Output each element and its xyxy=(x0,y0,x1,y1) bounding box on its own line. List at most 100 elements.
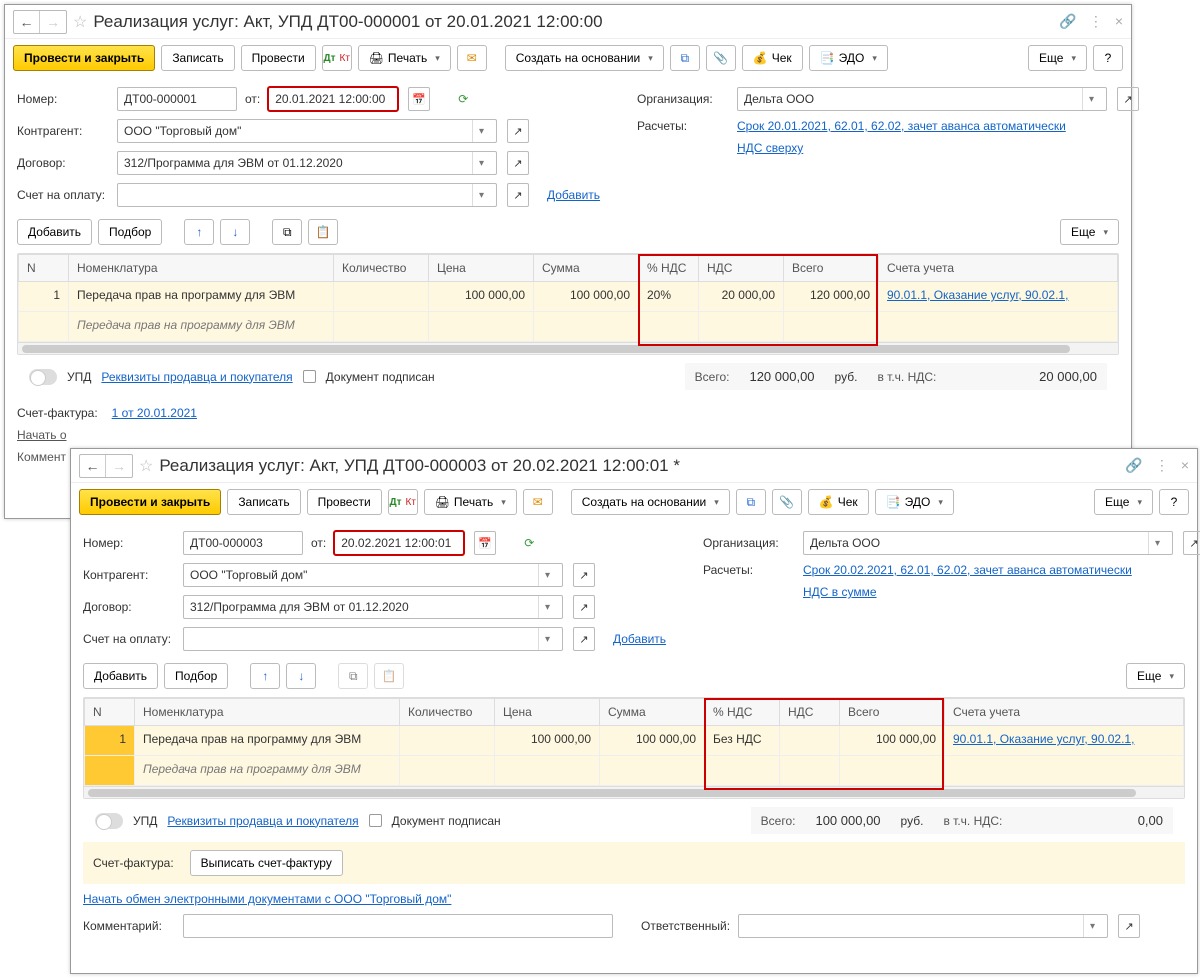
favorite-star-icon[interactable]: ☆ xyxy=(139,456,153,476)
copy-icon[interactable]: ⧉ xyxy=(338,663,368,689)
requisites-link[interactable]: Реквизиты продавца и покупателя xyxy=(101,370,292,384)
contractor-input[interactable]: ООО "Торговый дом"▾ xyxy=(117,119,497,143)
col-total[interactable]: Всего xyxy=(840,699,945,726)
dropdown-icon[interactable]: ▾ xyxy=(538,628,556,650)
paste-icon[interactable]: 📋 xyxy=(374,663,404,689)
col-price[interactable]: Цена xyxy=(495,699,600,726)
dropdown-icon[interactable]: ▾ xyxy=(1082,88,1100,110)
table-row[interactable]: 1 Передача прав на программу для ЭВМ 100… xyxy=(85,726,1184,756)
post-close-button[interactable]: Провести и закрыть xyxy=(13,45,155,71)
col-total[interactable]: Всего xyxy=(784,255,879,282)
close-icon[interactable]: × xyxy=(1181,457,1189,474)
col-vat[interactable]: НДС xyxy=(699,255,784,282)
horizontal-scrollbar[interactable] xyxy=(84,786,1184,798)
sf-link[interactable]: 1 от 20.01.2021 xyxy=(112,406,197,420)
help-icon[interactable]: ? xyxy=(1093,45,1123,71)
comment-input[interactable] xyxy=(183,914,613,938)
pick-button[interactable]: Подбор xyxy=(98,219,162,245)
print-button[interactable]: 🖨Печать xyxy=(424,489,517,515)
open-icon[interactable]: ↗ xyxy=(573,627,595,651)
edo-button[interactable]: 📑 ЭДО xyxy=(809,45,888,71)
post-close-button[interactable]: Провести и закрыть xyxy=(79,489,221,515)
link-icon[interactable]: 🔗 xyxy=(1059,13,1076,30)
add-row-button[interactable]: Добавить xyxy=(17,219,92,245)
dropdown-icon[interactable]: ▾ xyxy=(538,596,556,618)
open-icon[interactable]: ↗ xyxy=(507,151,529,175)
table-row[interactable]: 1 Передача прав на программу для ЭВМ 100… xyxy=(19,282,1118,312)
kebab-icon[interactable]: ⋮ xyxy=(1089,13,1103,30)
calc-link[interactable]: Срок 20.01.2021, 62.01, 62.02, зачет ава… xyxy=(737,119,1066,133)
col-vatp[interactable]: % НДС xyxy=(705,699,780,726)
col-qty[interactable]: Количество xyxy=(400,699,495,726)
edo-start-link[interactable]: Начать о xyxy=(17,428,67,442)
col-n[interactable]: N xyxy=(19,255,69,282)
invoice-input[interactable]: ▾ xyxy=(183,627,563,651)
open-icon[interactable]: ↗ xyxy=(573,595,595,619)
attach-icon[interactable]: 📎 xyxy=(706,45,736,71)
dropdown-icon[interactable]: ▾ xyxy=(472,152,490,174)
write-button[interactable]: Записать xyxy=(227,489,300,515)
open-icon[interactable]: ↗ xyxy=(1183,531,1200,555)
date-input[interactable]: 20.02.2021 12:00:01 xyxy=(334,531,464,555)
calc-link[interactable]: Срок 20.02.2021, 62.01, 62.02, зачет ава… xyxy=(803,563,1132,577)
col-n[interactable]: N xyxy=(85,699,135,726)
col-qty[interactable]: Количество xyxy=(334,255,429,282)
invoice-input[interactable]: ▾ xyxy=(117,183,497,207)
col-price[interactable]: Цена xyxy=(429,255,534,282)
create-based-button[interactable]: Создать на основании xyxy=(505,45,664,71)
col-acc[interactable]: Счета учета xyxy=(945,699,1184,726)
pick-button[interactable]: Подбор xyxy=(164,663,228,689)
dropdown-icon[interactable]: ▾ xyxy=(1148,532,1166,554)
paste-icon[interactable]: 📋 xyxy=(308,219,338,245)
help-icon[interactable]: ? xyxy=(1159,489,1189,515)
mail-button[interactable]: ✉ xyxy=(523,489,553,515)
favorite-star-icon[interactable]: ☆ xyxy=(73,12,87,32)
struct-icon[interactable]: ⧉ xyxy=(670,45,700,71)
col-item[interactable]: Номенклатура xyxy=(135,699,400,726)
table-more-button[interactable]: Еще xyxy=(1126,663,1185,689)
open-icon[interactable]: ↗ xyxy=(573,563,595,587)
signed-checkbox[interactable] xyxy=(369,814,382,827)
open-icon[interactable]: ↗ xyxy=(1117,87,1139,111)
calendar-icon[interactable]: 📅 xyxy=(408,87,430,111)
open-icon[interactable]: ↗ xyxy=(507,183,529,207)
table-more-button[interactable]: Еще xyxy=(1060,219,1119,245)
col-vat[interactable]: НДС xyxy=(780,699,840,726)
write-sf-button[interactable]: Выписать счет-фактуру xyxy=(190,850,343,876)
print-button[interactable]: 🖨Печать xyxy=(358,45,451,71)
move-up-icon[interactable]: ↑ xyxy=(250,663,280,689)
contract-input[interactable]: 312/Программа для ЭВМ от 01.12.2020▾ xyxy=(183,595,563,619)
refresh-icon[interactable]: ⟳ xyxy=(458,92,468,106)
struct-icon[interactable]: ⧉ xyxy=(736,489,766,515)
cheque-button[interactable]: 💰 Чек xyxy=(742,45,803,71)
dropdown-icon[interactable]: ▾ xyxy=(472,120,490,142)
mail-button[interactable]: ✉ xyxy=(457,45,487,71)
edo-start-link[interactable]: Начать обмен электронными документами с … xyxy=(83,892,451,906)
horizontal-scrollbar[interactable] xyxy=(18,342,1118,354)
contract-input[interactable]: 312/Программа для ЭВМ от 01.12.2020▾ xyxy=(117,151,497,175)
edo-button[interactable]: 📑 ЭДО xyxy=(875,489,954,515)
contractor-input[interactable]: ООО "Торговый дом"▾ xyxy=(183,563,563,587)
col-vatp[interactable]: % НДС xyxy=(639,255,699,282)
link-icon[interactable]: 🔗 xyxy=(1125,457,1142,474)
post-button[interactable]: Провести xyxy=(241,45,316,71)
write-button[interactable]: Записать xyxy=(161,45,234,71)
requisites-link[interactable]: Реквизиты продавца и покупателя xyxy=(167,814,358,828)
dropdown-icon[interactable]: ▾ xyxy=(1083,915,1101,937)
table-row[interactable]: Передача прав на программу для ЭВМ xyxy=(19,312,1118,342)
close-icon[interactable]: × xyxy=(1115,13,1123,30)
col-sum[interactable]: Сумма xyxy=(600,699,705,726)
kebab-icon[interactable]: ⋮ xyxy=(1155,457,1169,474)
refresh-icon[interactable]: ⟳ xyxy=(524,536,534,550)
nav-back-icon[interactable]: ← xyxy=(80,455,106,477)
copy-icon[interactable]: ⧉ xyxy=(272,219,302,245)
upd-toggle[interactable] xyxy=(95,813,123,829)
move-down-icon[interactable]: ↓ xyxy=(286,663,316,689)
more-button[interactable]: Еще xyxy=(1028,45,1087,71)
date-input[interactable]: 20.01.2021 12:00:00 xyxy=(268,87,398,111)
nav-fwd-icon[interactable]: → xyxy=(40,11,66,33)
post-button[interactable]: Провести xyxy=(307,489,382,515)
nds-mode-link[interactable]: НДС в сумме xyxy=(803,585,877,599)
cheque-button[interactable]: 💰 Чек xyxy=(808,489,869,515)
responsible-input[interactable]: ▾ xyxy=(738,914,1108,938)
